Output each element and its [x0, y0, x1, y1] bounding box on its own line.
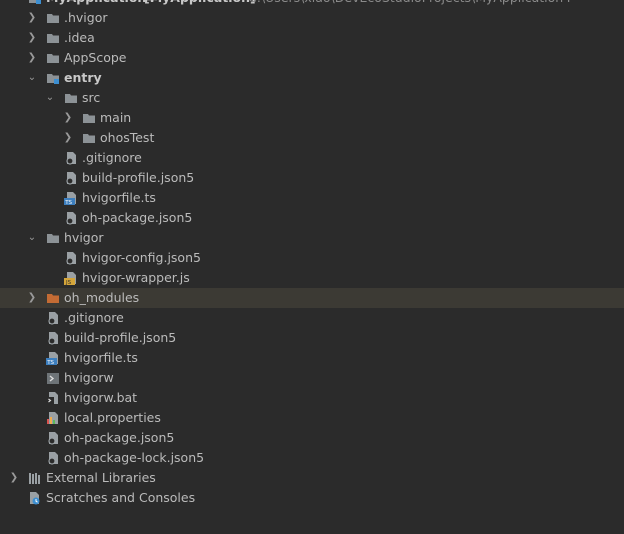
chevron-right-icon[interactable]: ❯ [26, 48, 38, 68]
svg-text:TS: TS [46, 360, 54, 365]
tree-item-label: hvigor-config.json5 [82, 250, 201, 265]
tree-item-hvigor-dir[interactable]: ❯ .hvigor [0, 8, 624, 28]
folder-icon [46, 11, 60, 25]
folder-icon [46, 31, 60, 45]
chevron-right-icon[interactable]: ❯ [26, 28, 38, 48]
tree-item-label: oh_modules [64, 290, 140, 305]
typescript-file-icon: TS [46, 351, 60, 365]
json5-file-icon [46, 431, 60, 445]
properties-file-icon [46, 411, 60, 425]
tree-item-label: hvigorfile.ts [64, 350, 138, 365]
excluded-folder-icon [46, 291, 60, 305]
tree-item-label: main [100, 110, 132, 125]
chevron-right-icon[interactable]: ❯ [26, 288, 38, 308]
tree-root-path: C:\Users\xiao\DevEcoStudioProjects\MyApp… [248, 0, 571, 8]
folder-icon [82, 111, 96, 125]
tree-item-appscope[interactable]: ❯ AppScope [0, 48, 624, 68]
chevron-down-icon[interactable]: ⌄ [26, 68, 38, 88]
javascript-file-icon: JS [64, 271, 78, 285]
tree-item-local-properties[interactable]: local.properties [0, 408, 624, 428]
external-libraries-icon [28, 471, 42, 485]
tree-item-label: build-profile.json5 [82, 170, 195, 185]
tree-item-entry-gitignore[interactable]: .gitignore [0, 148, 624, 168]
chevron-right-icon[interactable]: ❯ [8, 468, 20, 488]
tree-item-label: ohosTest [100, 130, 155, 145]
tree-root-name: MyApplication4 [46, 0, 155, 8]
svg-text:TS: TS [64, 200, 72, 205]
tree-item-oh-modules[interactable]: ❯ oh_modules [0, 288, 624, 308]
tree-item-main[interactable]: ❯ main [0, 108, 624, 128]
tree-item-label: .hvigor [64, 10, 108, 25]
folder-icon [64, 91, 78, 105]
gitignore-file-icon [46, 311, 60, 325]
tree-item-label: oh-package.json5 [82, 210, 193, 225]
tree-item-label: hvigor [64, 230, 104, 245]
tree-item-label: .gitignore [82, 150, 142, 165]
tree-item-ohostest[interactable]: ❯ ohosTest [0, 128, 624, 148]
shell-script-icon [46, 371, 60, 385]
chevron-down-icon[interactable]: ⌄ [44, 88, 56, 108]
tree-item-label: hvigorfile.ts [82, 190, 156, 205]
tree-item-entry[interactable]: ⌄ entry [0, 68, 624, 88]
tree-item-hvigor-config[interactable]: hvigor-config.json5 [0, 248, 624, 268]
svg-text:JS: JS [65, 280, 72, 285]
json5-file-icon [64, 251, 78, 265]
tree-root-row[interactable]: MyApplication4 [MyApplication] C:\Users\… [0, 0, 624, 8]
tree-item-entry-oh-package[interactable]: oh-package.json5 [0, 208, 624, 228]
tree-item-root-oh-package[interactable]: oh-package.json5 [0, 428, 624, 448]
tree-item-label: Scratches and Consoles [46, 490, 196, 505]
tree-item-src[interactable]: ⌄ src [0, 88, 624, 108]
tree-item-root-gitignore[interactable]: .gitignore [0, 308, 624, 328]
tree-item-root-hvigorfile-ts[interactable]: TS hvigorfile.ts [0, 348, 624, 368]
module-folder-icon [28, 0, 42, 5]
scratches-icon [28, 491, 42, 505]
tree-root-project: [MyApplication] [144, 0, 256, 8]
tree-item-label: .idea [64, 30, 95, 45]
tree-item-hvigor-wrapper[interactable]: JS hvigor-wrapper.js [0, 268, 624, 288]
gitignore-file-icon [64, 151, 78, 165]
folder-icon [82, 131, 96, 145]
typescript-file-icon: TS [64, 191, 78, 205]
chevron-right-icon[interactable]: ❯ [26, 8, 38, 28]
chevron-down-icon[interactable]: ⌄ [26, 228, 38, 248]
tree-item-label: AppScope [64, 50, 127, 65]
json5-file-icon [46, 331, 60, 345]
tree-item-label: oh-package-lock.json5 [64, 450, 205, 465]
tree-item-label: build-profile.json5 [64, 330, 177, 345]
tree-item-idea[interactable]: ❯ .idea [0, 28, 624, 48]
tree-item-entry-hvigorfile-ts[interactable]: TS hvigorfile.ts [0, 188, 624, 208]
tree-item-label: .gitignore [64, 310, 124, 325]
batch-file-icon [46, 391, 60, 405]
tree-item-scratches[interactable]: Scratches and Consoles [0, 488, 624, 508]
tree-item-oh-package-lock[interactable]: oh-package-lock.json5 [0, 448, 624, 468]
json5-file-icon [64, 171, 78, 185]
chevron-right-icon[interactable]: ❯ [62, 128, 74, 148]
tree-item-label: oh-package.json5 [64, 430, 175, 445]
tree-item-label: hvigorw.bat [64, 390, 138, 405]
tree-item-label: src [82, 90, 101, 105]
tree-item-label: External Libraries [46, 470, 156, 485]
tree-item-hvigor[interactable]: ⌄ hvigor [0, 228, 624, 248]
tree-item-label: local.properties [64, 410, 161, 425]
tree-item-root-build-profile[interactable]: build-profile.json5 [0, 328, 624, 348]
folder-icon [46, 51, 60, 65]
json5-file-icon [64, 211, 78, 225]
tree-item-entry-build-profile[interactable]: build-profile.json5 [0, 168, 624, 188]
tree-item-external-libraries[interactable]: ❯ External Libraries [0, 468, 624, 488]
tree-item-hvigorw-bat[interactable]: hvigorw.bat [0, 388, 624, 408]
tree-item-label: hvigor-wrapper.js [82, 270, 190, 285]
json5-file-icon [46, 451, 60, 465]
folder-icon [46, 231, 60, 245]
tree-item-hvigorw[interactable]: hvigorw [0, 368, 624, 388]
tree-item-label: entry [64, 70, 102, 85]
tree-item-label: hvigorw [64, 370, 114, 385]
chevron-right-icon[interactable]: ❯ [62, 108, 74, 128]
project-tree: MyApplication4 [MyApplication] C:\Users\… [0, 0, 624, 508]
module-folder-icon [46, 71, 60, 85]
